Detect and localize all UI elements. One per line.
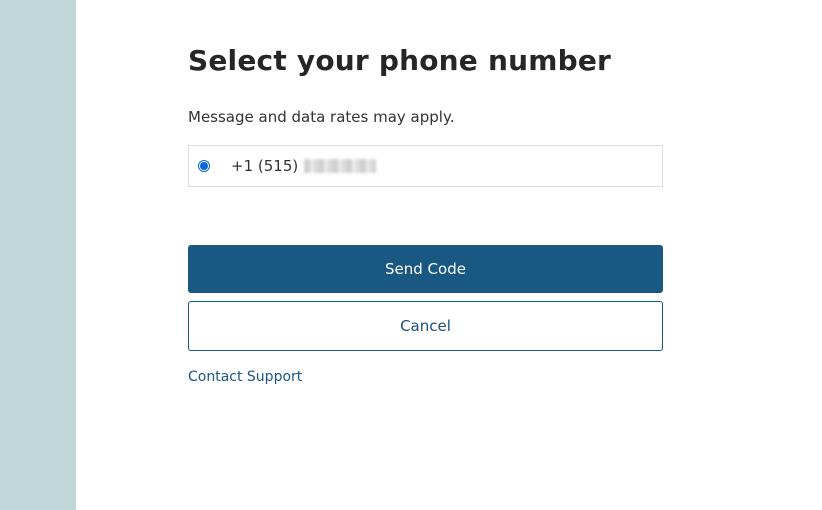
send-code-button[interactable]: Send Code — [188, 245, 663, 293]
phone-radio-button[interactable] — [198, 160, 210, 172]
page-title: Select your phone number — [188, 44, 612, 77]
radio-selected-dot — [200, 162, 208, 170]
contact-support-link[interactable]: Contact Support — [188, 369, 302, 385]
side-panel — [0, 0, 76, 510]
phone-option[interactable]: +1 (515) — [188, 145, 663, 187]
page: Select your phone number Message and dat… — [0, 0, 822, 510]
rates-notice: Message and data rates may apply. — [188, 108, 455, 126]
cancel-button[interactable]: Cancel — [188, 301, 663, 351]
phone-number-visible: +1 (515) — [231, 157, 299, 175]
phone-number-text: +1 (515) — [231, 157, 377, 175]
phone-number-redacted — [304, 159, 377, 173]
